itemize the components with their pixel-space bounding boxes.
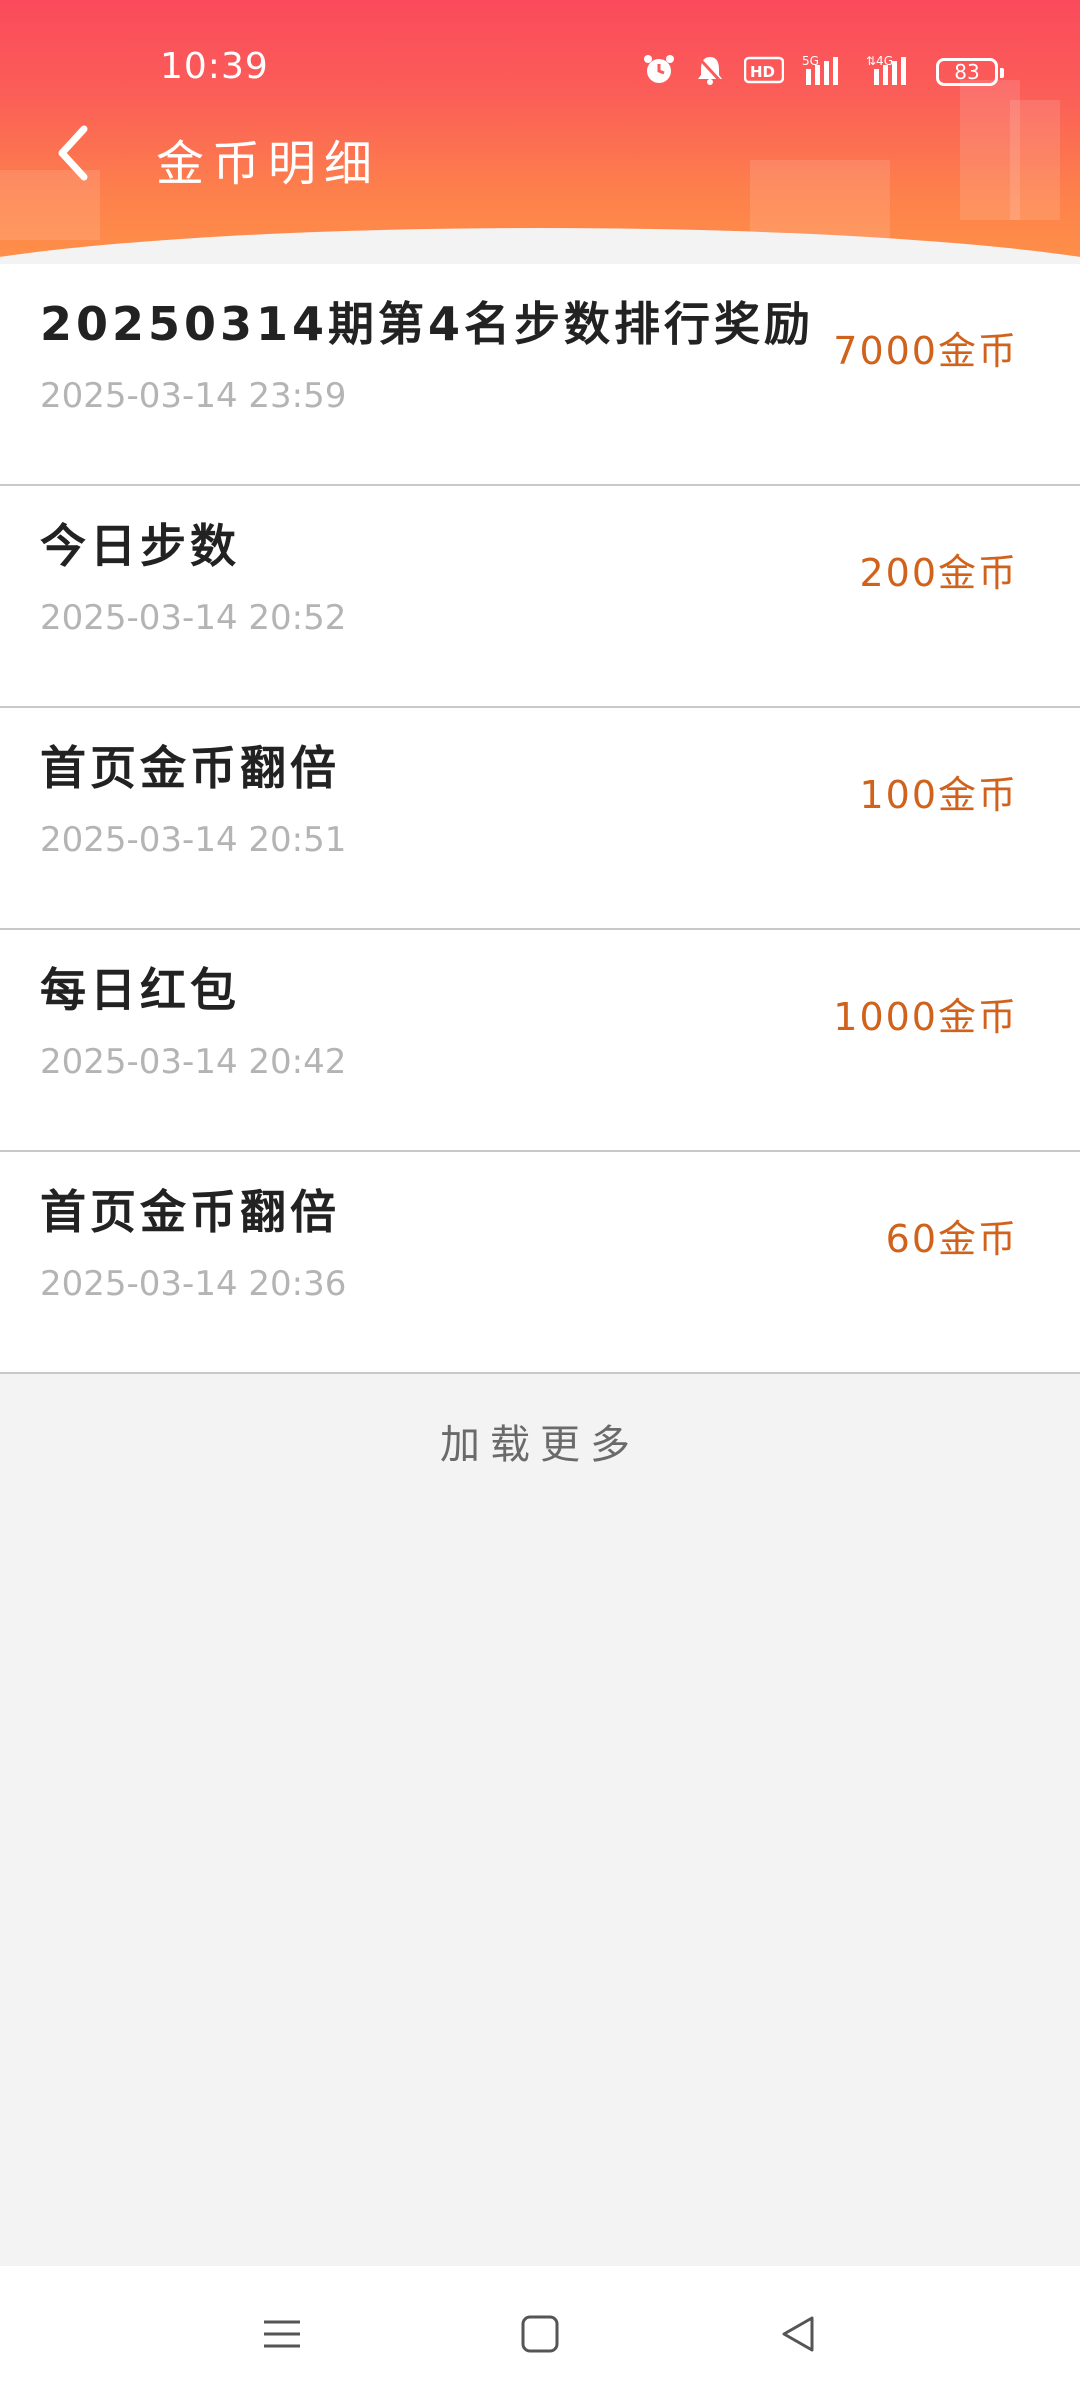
record-time: 2025-03-14 20:52 bbox=[40, 598, 347, 638]
status-bar: 10:39 HD 5G ⇅4G 83 bbox=[0, 40, 1080, 104]
record-time: 2025-03-14 23:59 bbox=[40, 376, 347, 416]
list-item[interactable]: 今日步数 2025-03-14 20:52 200金币 bbox=[0, 486, 1080, 708]
system-back-button[interactable] bbox=[768, 2306, 828, 2366]
decor-building bbox=[1010, 100, 1060, 220]
page-title: 金币明细 bbox=[156, 136, 381, 192]
header-banner: 10:39 HD 5G ⇅4G 83 金币明细 bbox=[0, 0, 1080, 270]
record-amount: 7000金币 bbox=[833, 329, 1018, 373]
record-time: 2025-03-14 20:51 bbox=[40, 820, 347, 860]
mute-icon bbox=[694, 53, 726, 91]
svg-text:⇅4G: ⇅4G bbox=[866, 54, 893, 68]
menu-icon bbox=[262, 2314, 302, 2358]
decor-building bbox=[750, 160, 890, 240]
alarm-icon bbox=[642, 53, 676, 91]
battery-icon: 83 bbox=[936, 58, 1004, 86]
record-title: 今日步数 bbox=[40, 519, 240, 573]
record-amount: 1000金币 bbox=[833, 995, 1018, 1039]
signal-5g-icon: 5G bbox=[802, 53, 848, 91]
status-time: 10:39 bbox=[160, 46, 269, 87]
back-triangle-icon bbox=[778, 2314, 818, 2358]
record-amount: 60金币 bbox=[885, 1217, 1018, 1261]
back-button[interactable] bbox=[40, 120, 104, 190]
home-button[interactable] bbox=[510, 2306, 570, 2366]
svg-text:HD: HD bbox=[750, 63, 775, 81]
list-item[interactable]: 每日红包 2025-03-14 20:42 1000金币 bbox=[0, 930, 1080, 1152]
record-title: 20250314期第4名步数排行奖励 bbox=[40, 297, 815, 351]
list-item[interactable]: 首页金币翻倍 2025-03-14 20:51 100金币 bbox=[0, 708, 1080, 930]
record-title: 每日红包 bbox=[40, 963, 240, 1017]
battery-level: 83 bbox=[954, 60, 980, 84]
status-icons: HD 5G ⇅4G 83 bbox=[642, 52, 1004, 92]
home-icon bbox=[520, 2314, 560, 2358]
record-time: 2025-03-14 20:36 bbox=[40, 1264, 347, 1304]
record-title: 首页金币翻倍 bbox=[40, 1185, 340, 1239]
menu-button[interactable] bbox=[252, 2306, 312, 2366]
hd-icon: HD bbox=[743, 55, 785, 89]
signal-4g-icon: ⇅4G bbox=[866, 53, 918, 91]
load-more-button[interactable]: 加载更多 bbox=[0, 1412, 1080, 1470]
record-amount: 100金币 bbox=[859, 773, 1018, 817]
list-item[interactable]: 20250314期第4名步数排行奖励 2025-03-14 23:59 7000… bbox=[0, 264, 1080, 486]
coin-record-list: 20250314期第4名步数排行奖励 2025-03-14 23:59 7000… bbox=[0, 264, 1080, 1374]
list-item[interactable]: 首页金币翻倍 2025-03-14 20:36 60金币 bbox=[0, 1152, 1080, 1374]
record-title: 首页金币翻倍 bbox=[40, 741, 340, 795]
record-amount: 200金币 bbox=[859, 551, 1018, 595]
system-nav-bar bbox=[0, 2266, 1080, 2400]
chevron-left-icon bbox=[52, 123, 92, 187]
record-time: 2025-03-14 20:42 bbox=[40, 1042, 347, 1082]
